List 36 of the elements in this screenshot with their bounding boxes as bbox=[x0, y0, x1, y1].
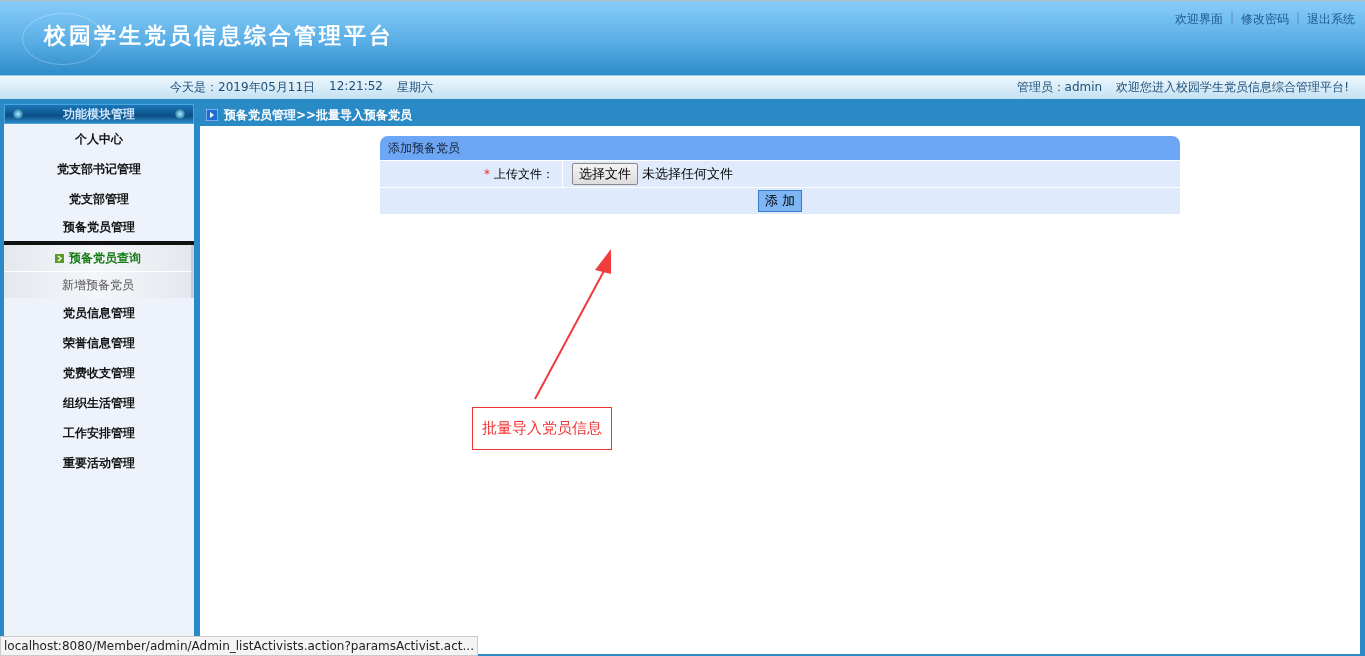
menu-item[interactable]: 个人中心 bbox=[4, 124, 194, 154]
site-title: 校园学生党员信息综合管理平台 bbox=[44, 22, 394, 50]
separator: | bbox=[1228, 11, 1235, 27]
menu-item[interactable]: 荣誉信息管理 bbox=[4, 328, 194, 358]
annotation-label: 批量导入党员信息 bbox=[472, 407, 612, 450]
required-mark: * bbox=[484, 167, 490, 181]
orb-icon bbox=[175, 109, 185, 119]
date-text: 今天是：2019年05月11日 bbox=[170, 79, 316, 96]
add-button[interactable]: 添 加 bbox=[757, 190, 803, 212]
field-label: 上传文件： bbox=[494, 165, 554, 183]
submenu-item[interactable]: 新增预备党员 bbox=[4, 272, 191, 298]
sidebar-title: 功能模块管理 bbox=[63, 105, 135, 123]
play-icon bbox=[206, 109, 218, 121]
status-url: localhost:8080/Member/admin/Admin_listActivists.action?paramsActivist.act... bbox=[0, 636, 478, 656]
separator: | bbox=[1294, 11, 1301, 27]
menu-item[interactable]: 重要活动管理 bbox=[4, 448, 194, 478]
arrow-icon bbox=[54, 253, 64, 263]
weekday-text: 星期六 bbox=[397, 79, 433, 96]
menu-item[interactable]: 组织生活管理 bbox=[4, 388, 194, 418]
admin-text: 管理员：admin bbox=[1016, 79, 1103, 96]
submenu-item[interactable]: 预备党员查询 bbox=[4, 245, 191, 272]
header-link[interactable]: 退出系统 bbox=[1307, 11, 1355, 28]
menu-item[interactable]: 党费收支管理 bbox=[4, 358, 194, 388]
choose-file-button[interactable]: 选择文件 bbox=[572, 163, 638, 185]
welcome-text: 欢迎您进入校园学生党员信息综合管理平台! bbox=[1116, 79, 1349, 96]
form-title: 添加预备党员 bbox=[388, 141, 460, 155]
menu-item[interactable]: 党支部书记管理 bbox=[4, 154, 194, 184]
breadcrumb: 预备党员管理>>批量导入预备党员 bbox=[224, 106, 413, 124]
file-status-text: 未选择任何文件 bbox=[642, 165, 733, 183]
menu-item[interactable]: 党员信息管理 bbox=[4, 298, 194, 328]
menu-item[interactable]: 党支部管理 bbox=[4, 184, 194, 214]
header-link[interactable]: 修改密码 bbox=[1240, 11, 1289, 28]
menu-item[interactable]: 工作安排管理 bbox=[4, 418, 194, 448]
time-text: 12:21:52 bbox=[329, 79, 383, 95]
orb-icon bbox=[13, 109, 23, 119]
header-link[interactable]: 欢迎界面 bbox=[1174, 11, 1223, 28]
